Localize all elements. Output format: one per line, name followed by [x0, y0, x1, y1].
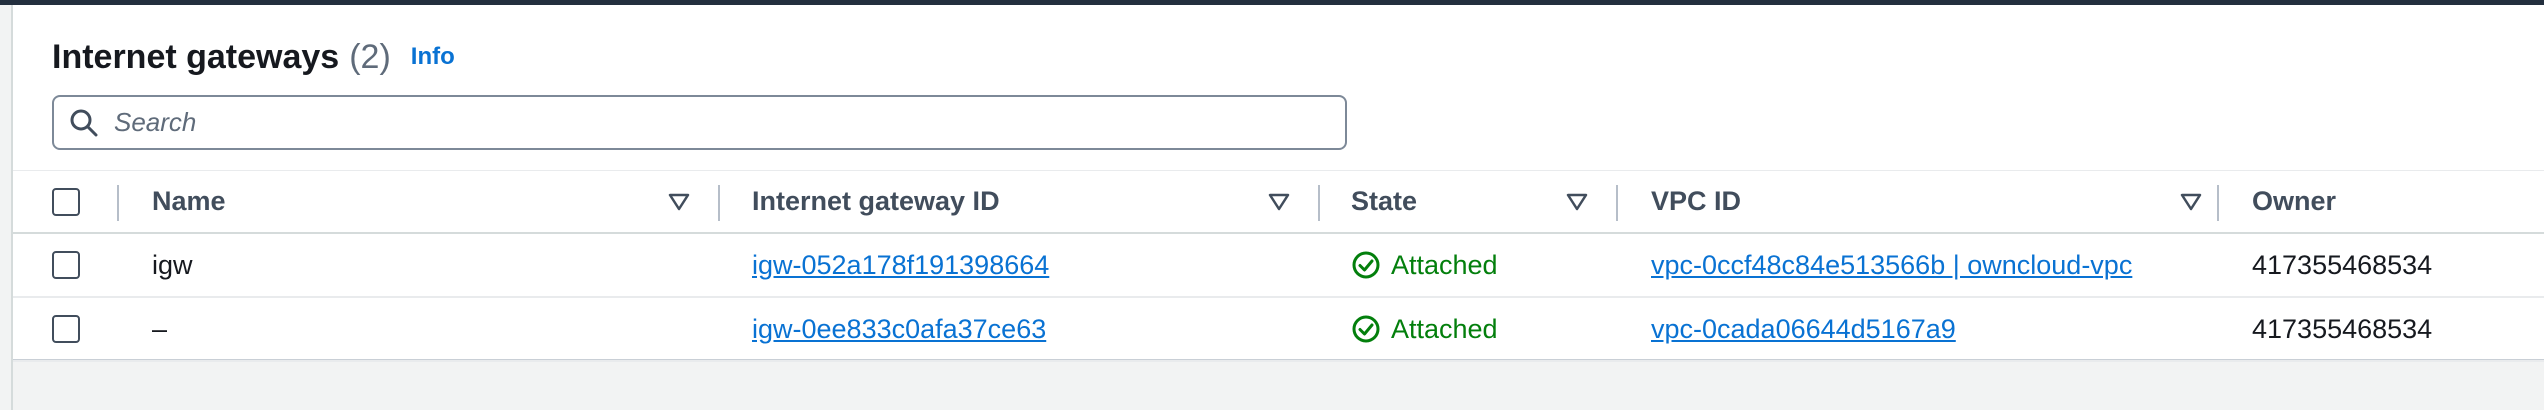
owner-id: 417355468534: [2252, 249, 2433, 280]
gateway-name: igw: [152, 249, 193, 280]
search-icon: [70, 109, 98, 136]
vpc-id-link[interactable]: vpc-0cada06644d5167a9: [1651, 298, 1956, 360]
status-badge: Attached: [1351, 298, 1498, 360]
sort-caret-icon[interactable]: [2180, 193, 2202, 211]
row-checkbox[interactable]: [52, 251, 80, 279]
search-input[interactable]: [112, 106, 1316, 139]
column-header-gateway-id[interactable]: Internet gateway ID: [752, 171, 1000, 232]
search-field[interactable]: [52, 95, 1347, 150]
vpc-id-link[interactable]: vpc-0ccf48c84e513566b | owncloud-vpc: [1651, 234, 2132, 296]
content-background: [13, 362, 2544, 410]
page-title: Internet gateways: [52, 37, 340, 76]
table-header-row: Name Internet gateway ID State VPC ID Ow…: [13, 170, 2544, 234]
row-checkbox[interactable]: [52, 315, 80, 343]
internet-gateways-panel: Internet gateways (2) Info Name Internet…: [13, 5, 2544, 362]
info-link[interactable]: Info: [411, 43, 455, 71]
column-divider[interactable]: [718, 185, 720, 221]
gateway-id-link[interactable]: igw-052a178f191398664: [752, 234, 1049, 296]
status-text: Attached: [1391, 249, 1498, 280]
column-divider: [117, 185, 119, 221]
column-divider[interactable]: [2217, 185, 2219, 221]
column-header-state[interactable]: State: [1351, 171, 1417, 232]
table-row[interactable]: igw igw-052a178f191398664 Attached vpc-0…: [13, 234, 2544, 298]
sort-caret-icon[interactable]: [668, 193, 690, 211]
column-header-name[interactable]: Name: [152, 171, 226, 232]
select-all-checkbox[interactable]: [52, 187, 80, 216]
status-text: Attached: [1391, 313, 1498, 344]
sort-caret-icon[interactable]: [1268, 193, 1290, 211]
column-divider[interactable]: [1616, 185, 1618, 221]
table-row[interactable]: – igw-0ee833c0afa37ce63 Attached vpc-0ca…: [13, 298, 2544, 362]
status-badge: Attached: [1351, 234, 1498, 296]
column-header-vpc-id[interactable]: VPC ID: [1651, 171, 1741, 232]
check-circle-icon: [1352, 251, 1380, 279]
panel-header: Internet gateways (2) Info: [52, 32, 455, 82]
owner-id: 417355468534: [2252, 313, 2433, 344]
sort-caret-icon[interactable]: [1566, 193, 1588, 211]
item-count: (2): [349, 37, 391, 76]
check-circle-icon: [1352, 315, 1380, 343]
left-rail: [0, 5, 13, 410]
gateway-name: –: [152, 313, 168, 344]
column-divider[interactable]: [1318, 185, 1320, 221]
column-header-owner[interactable]: Owner: [2252, 171, 2336, 232]
gateway-id-link[interactable]: igw-0ee833c0afa37ce63: [752, 298, 1046, 360]
